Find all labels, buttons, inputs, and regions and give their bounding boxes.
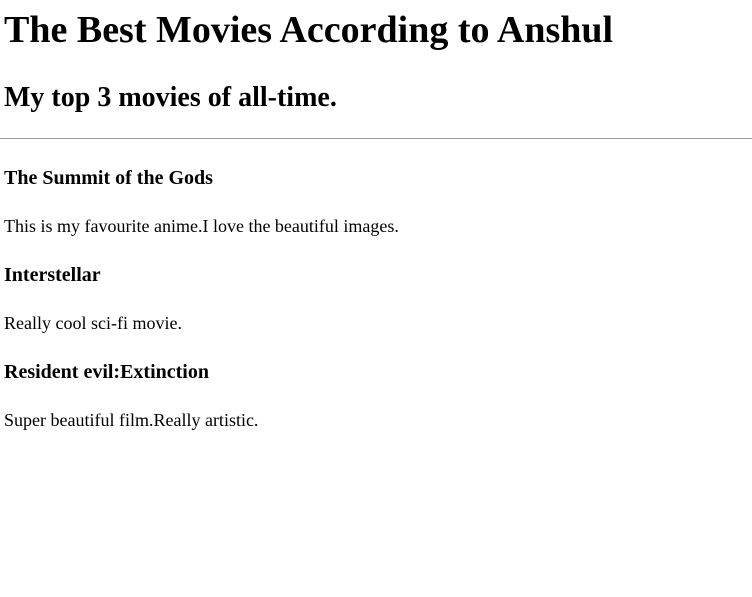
movie-description: Super beautiful film.Really artistic. — [4, 410, 259, 430]
section-divider — [0, 138, 752, 139]
movie-title: The Summit of the Gods — [4, 167, 213, 189]
movie-description: Really cool sci-fi movie. — [4, 313, 182, 333]
movie-item: Resident evil:Extinction Super beautiful… — [4, 360, 748, 431]
page-title: The Best Movies According to Anshul — [4, 9, 614, 51]
movie-item: Interstellar Really cool sci-fi movie. — [4, 263, 748, 334]
movie-title: Interstellar — [4, 264, 101, 286]
page-subtitle: My top 3 movies of all-time. — [4, 82, 337, 113]
movie-item: The Summit of the Gods This is my favour… — [4, 166, 748, 237]
movie-description: This is my favourite anime.I love the be… — [4, 216, 399, 236]
movie-title: Resident evil:Extinction — [4, 361, 209, 383]
